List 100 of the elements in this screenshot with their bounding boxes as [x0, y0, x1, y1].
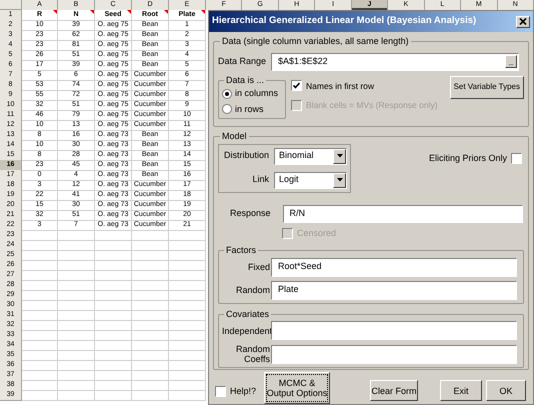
input-field[interactable]: $A$1:$E$22 _ — [271, 52, 520, 70]
table-cell[interactable] — [169, 300, 206, 311]
dialog-button[interactable]: Exit — [440, 380, 482, 401]
table-cell[interactable] — [95, 360, 132, 371]
table-cell[interactable] — [132, 350, 169, 361]
table-cell[interactable] — [95, 340, 132, 351]
table-cell[interactable] — [95, 320, 132, 331]
table-cell[interactable] — [169, 330, 206, 341]
table-cell[interactable] — [95, 390, 132, 401]
table-cell[interactable] — [58, 270, 95, 281]
table-cell[interactable] — [58, 380, 95, 391]
table-cell[interactable] — [95, 270, 132, 281]
table-cell[interactable] — [22, 350, 58, 361]
table-cell[interactable] — [169, 350, 206, 361]
table-cell[interactable] — [22, 240, 58, 251]
dropdown[interactable]: Binomial — [274, 148, 347, 164]
table-cell[interactable] — [58, 250, 95, 261]
table-cell[interactable] — [58, 310, 95, 321]
table-cell[interactable] — [132, 380, 169, 391]
table-cell[interactable] — [22, 250, 58, 261]
input-field[interactable]: Root*Seed — [271, 258, 517, 276]
table-cell[interactable] — [169, 280, 206, 291]
input-field[interactable] — [271, 321, 517, 340]
table-cell[interactable] — [58, 230, 95, 241]
table-cell[interactable] — [58, 350, 95, 361]
table-cell[interactable] — [169, 270, 206, 281]
table-cell[interactable] — [58, 370, 95, 381]
table-cell[interactable] — [169, 230, 206, 241]
table-cell[interactable] — [95, 330, 132, 341]
table-cell[interactable] — [58, 340, 95, 351]
table-cell[interactable] — [132, 330, 169, 341]
checkbox[interactable] — [291, 80, 302, 92]
close-button[interactable] — [516, 16, 530, 28]
table-cell[interactable] — [58, 330, 95, 341]
checkbox[interactable] — [215, 386, 226, 397]
table-cell[interactable] — [22, 360, 58, 371]
table-cell[interactable] — [169, 380, 206, 391]
range-select-button[interactable]: _ — [505, 55, 518, 68]
table-cell[interactable] — [132, 300, 169, 311]
table-cell[interactable] — [169, 290, 206, 301]
table-cell[interactable] — [58, 290, 95, 301]
table-cell[interactable] — [22, 280, 58, 291]
table-cell[interactable] — [58, 320, 95, 331]
table-cell[interactable] — [22, 260, 58, 271]
table-cell[interactable] — [22, 290, 58, 301]
table-cell[interactable] — [58, 240, 95, 251]
table-cell[interactable] — [95, 290, 132, 301]
table-cell[interactable] — [132, 250, 169, 261]
checkbox[interactable] — [511, 152, 522, 164]
table-cell[interactable] — [58, 390, 95, 401]
table-cell[interactable] — [95, 240, 132, 251]
table-cell[interactable] — [22, 230, 58, 241]
table-cell[interactable] — [22, 370, 58, 381]
table-cell[interactable] — [95, 280, 132, 291]
table-cell[interactable] — [58, 300, 95, 311]
table-cell[interactable] — [22, 380, 58, 391]
table-cell[interactable] — [95, 300, 132, 311]
table-cell[interactable] — [132, 310, 169, 321]
table-cell[interactable] — [95, 260, 132, 271]
table-cell[interactable] — [169, 370, 206, 381]
table-cell[interactable] — [132, 360, 169, 371]
table-cell[interactable] — [22, 310, 58, 321]
input-field[interactable]: Plate — [271, 280, 517, 300]
table-cell[interactable] — [132, 280, 169, 291]
table-cell[interactable] — [132, 290, 169, 301]
table-cell[interactable] — [169, 360, 206, 371]
table-cell[interactable] — [132, 240, 169, 251]
dialog-button[interactable]: MCMC & Output Options — [264, 372, 330, 404]
input-field[interactable]: R/N — [282, 204, 523, 222]
dropdown[interactable]: Logit — [274, 172, 347, 188]
table-cell[interactable] — [169, 250, 206, 261]
table-cell[interactable] — [22, 270, 58, 281]
table-cell[interactable] — [169, 310, 206, 321]
table-cell[interactable] — [169, 260, 206, 271]
radio-button[interactable] — [222, 88, 232, 99]
select-all-corner[interactable] — [0, 0, 22, 10]
table-cell[interactable] — [22, 390, 58, 401]
table-cell[interactable] — [169, 240, 206, 251]
dialog-button[interactable]: Clear Form — [370, 380, 418, 401]
table-cell[interactable] — [132, 270, 169, 281]
table-cell[interactable] — [132, 320, 169, 331]
table-cell[interactable] — [58, 360, 95, 371]
set-variable-types-button[interactable]: Set Variable Types — [450, 76, 524, 98]
table-cell[interactable] — [95, 230, 132, 241]
table-cell[interactable] — [95, 310, 132, 321]
table-cell[interactable] — [169, 390, 206, 401]
table-cell[interactable] — [58, 260, 95, 271]
table-cell[interactable] — [132, 390, 169, 401]
table-cell[interactable] — [22, 340, 58, 351]
dialog-button[interactable]: OK — [486, 380, 526, 401]
table-cell[interactable] — [95, 350, 132, 361]
table-cell[interactable] — [95, 380, 132, 391]
table-cell[interactable] — [132, 260, 169, 271]
table-cell[interactable] — [169, 320, 206, 331]
table-cell[interactable] — [95, 370, 132, 381]
radio-button[interactable] — [222, 104, 232, 114]
table-cell[interactable] — [58, 280, 95, 291]
table-cell[interactable] — [22, 320, 58, 331]
table-cell[interactable] — [169, 340, 206, 351]
table-cell[interactable] — [22, 330, 58, 341]
